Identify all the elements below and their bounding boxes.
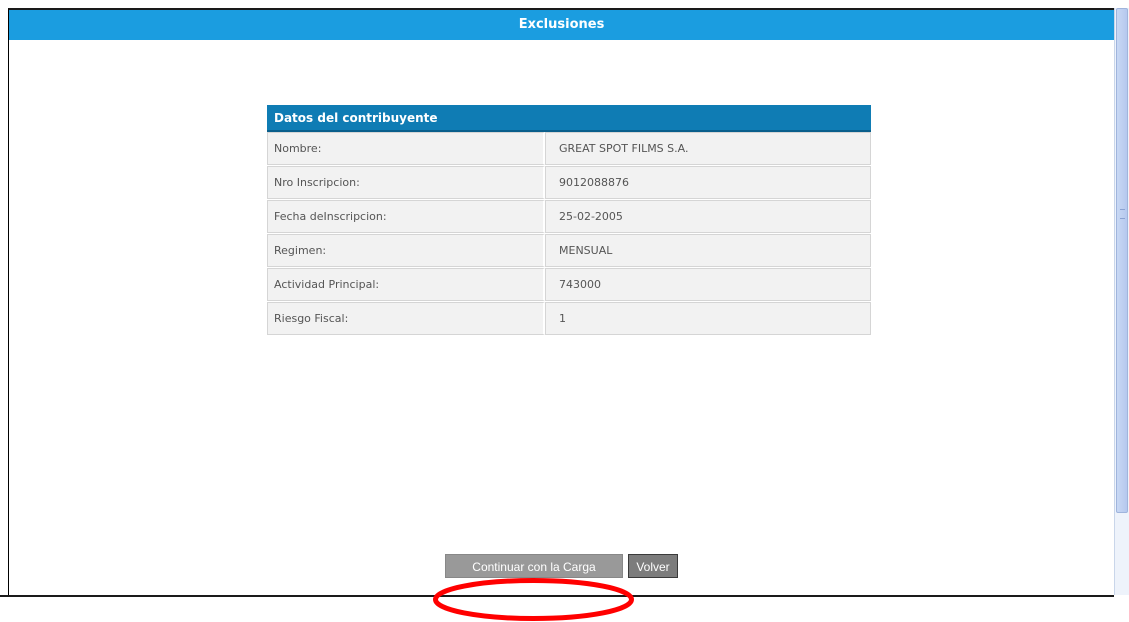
- field-label-nombre: Nombre:: [267, 132, 545, 165]
- table-row: Actividad Principal: 743000: [267, 268, 871, 302]
- vertical-scrollbar[interactable]: [1114, 8, 1129, 595]
- table-row: Fecha deInscripcion: 25-02-2005: [267, 200, 871, 234]
- scrollbar-thumb[interactable]: [1116, 8, 1128, 513]
- field-label-regimen: Regimen:: [267, 234, 545, 267]
- back-button[interactable]: Volver: [628, 554, 678, 578]
- field-label-actividad-principal: Actividad Principal:: [267, 268, 545, 301]
- field-value-nro-inscripcion: 9012088876: [545, 166, 871, 199]
- table-row: Riesgo Fiscal: 1: [267, 302, 871, 336]
- table-row: Nro Inscripcion: 9012088876: [267, 166, 871, 200]
- field-value-riesgo-fiscal: 1: [545, 302, 871, 335]
- scrollbar-grip-icon: [1120, 209, 1125, 219]
- panel-header: Datos del contribuyente: [267, 105, 871, 132]
- table-row: Regimen: MENSUAL: [267, 234, 871, 268]
- field-value-nombre: GREAT SPOT FILMS S.A.: [545, 132, 871, 165]
- field-label-nro-inscripcion: Nro Inscripcion:: [267, 166, 545, 199]
- field-label-fecha-inscripcion: Fecha deInscripcion:: [267, 200, 545, 233]
- field-value-fecha-inscripcion: 25-02-2005: [545, 200, 871, 233]
- field-value-regimen: MENSUAL: [545, 234, 871, 267]
- app-frame: Exclusiones Datos del contribuyente Nomb…: [8, 8, 1114, 595]
- table-row: Nombre: GREAT SPOT FILMS S.A.: [267, 132, 871, 166]
- bottom-divider: [0, 595, 1114, 597]
- continue-loading-button[interactable]: Continuar con la Carga: [445, 554, 623, 578]
- field-label-riesgo-fiscal: Riesgo Fiscal:: [267, 302, 545, 335]
- field-value-actividad-principal: 743000: [545, 268, 871, 301]
- taxpayer-panel: Datos del contribuyente Nombre: GREAT SP…: [267, 105, 871, 336]
- page-title: Exclusiones: [9, 10, 1114, 40]
